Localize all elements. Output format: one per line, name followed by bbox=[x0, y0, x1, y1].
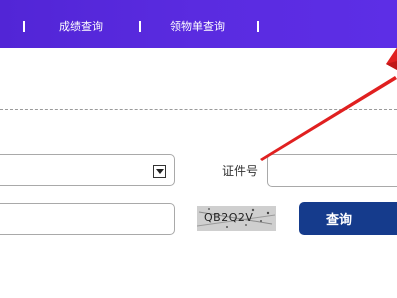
nav-separator bbox=[139, 21, 141, 32]
annotation-arrow-shade bbox=[386, 61, 397, 70]
section-divider bbox=[0, 109, 397, 110]
captcha-text: QB2Q2V bbox=[204, 211, 254, 224]
nav-separator bbox=[257, 21, 259, 32]
id-number-label: 证件号 bbox=[222, 164, 259, 178]
captcha-input[interactable] bbox=[0, 203, 175, 235]
nav-separator bbox=[23, 21, 25, 32]
chevron-down-icon[interactable] bbox=[153, 165, 166, 178]
nav-item-score-query[interactable]: 成绩查询 bbox=[59, 20, 103, 34]
query-button[interactable]: 查询 bbox=[299, 202, 397, 235]
category-select[interactable] bbox=[0, 154, 175, 186]
annotation-arrow-line bbox=[260, 76, 397, 161]
nav-item-receipt-query[interactable]: 领物单查询 bbox=[170, 20, 225, 34]
captcha-image[interactable]: QB2Q2V bbox=[197, 206, 276, 231]
id-number-input[interactable] bbox=[267, 154, 397, 187]
annotation-arrow-head bbox=[386, 47, 397, 70]
top-nav-bar: 成绩查询 领物单查询 bbox=[0, 0, 397, 48]
